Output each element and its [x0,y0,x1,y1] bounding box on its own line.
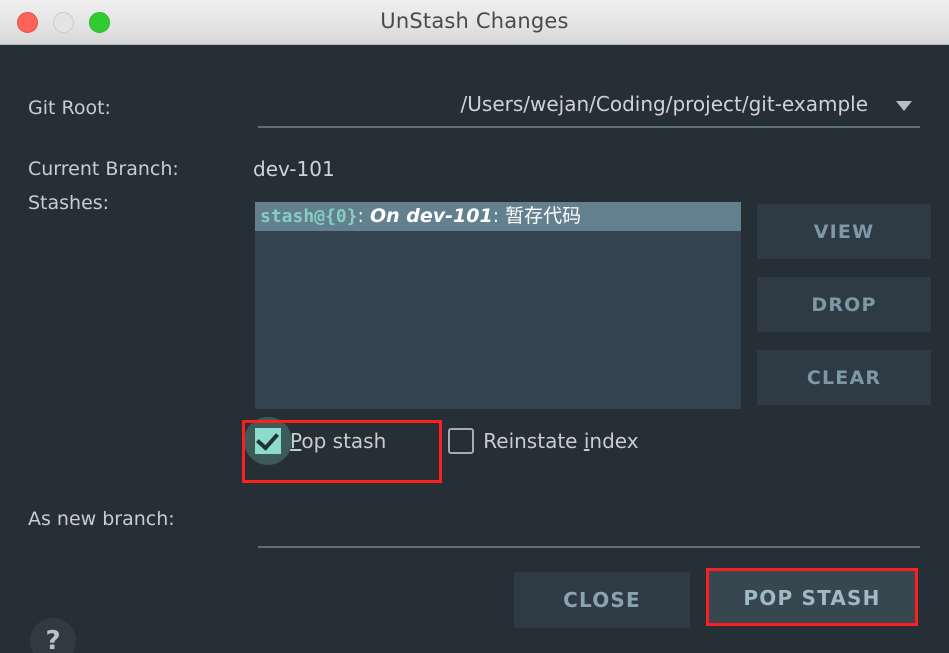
as-new-branch-underline [258,546,920,548]
options-row: Pop stash Reinstate index [255,428,639,454]
git-root-label: Git Root: [28,97,111,119]
current-branch-label: Current Branch: [28,158,179,180]
view-button[interactable]: VIEW [757,204,931,259]
stash-list[interactable]: stash@{0}: On dev-101: 暂存代码 [255,202,741,409]
stash-separator-2: : [493,205,505,227]
checkbox-box-unchecked[interactable] [448,428,474,454]
as-new-branch-input[interactable] [258,500,924,540]
as-new-branch-label: As new branch: [28,508,175,530]
reinstate-index-label: Reinstate index [483,429,638,453]
current-branch-value: dev-101 [253,157,335,181]
stash-id: stash@{0} [260,206,358,227]
clear-button[interactable]: CLEAR [757,350,931,405]
pop-stash-label: Pop stash [290,429,386,453]
stash-separator-1: : [358,205,370,227]
git-root-combobox[interactable]: /Users/wejan/Coding/project/git-example [258,89,920,127]
list-item[interactable]: stash@{0}: On dev-101: 暂存代码 [255,202,741,231]
drop-button[interactable]: DROP [757,277,931,332]
help-button[interactable]: ? [30,618,76,653]
git-root-underline [258,126,920,128]
stashes-label: Stashes: [28,192,109,214]
pop-stash-checkbox[interactable]: Pop stash [255,428,386,454]
unstash-changes-dialog: UnStash Changes Git Root: /Users/wejan/C… [0,0,949,653]
close-button[interactable]: CLOSE [514,572,690,628]
reinstate-index-checkbox[interactable]: Reinstate index [448,428,638,454]
chevron-down-icon[interactable] [896,101,912,111]
pop-stash-button[interactable]: POP STASH [708,570,916,626]
window-title: UnStash Changes [0,9,949,33]
stash-branch-note: On dev-101 [370,205,493,227]
stash-message: 暂存代码 [505,205,581,227]
dialog-body: Git Root: /Users/wejan/Coding/project/gi… [0,45,949,653]
git-root-value: /Users/wejan/Coding/project/git-example [461,92,868,116]
pop-stash-label-rest: op stash [301,429,386,453]
checkmark-icon [256,427,279,451]
reinstate-index-label-start: Reinstate [483,429,584,453]
window-titlebar: UnStash Changes [0,0,949,45]
reinstate-index-label-rest: ndex [589,429,638,453]
checkbox-box-checked[interactable] [255,428,281,454]
